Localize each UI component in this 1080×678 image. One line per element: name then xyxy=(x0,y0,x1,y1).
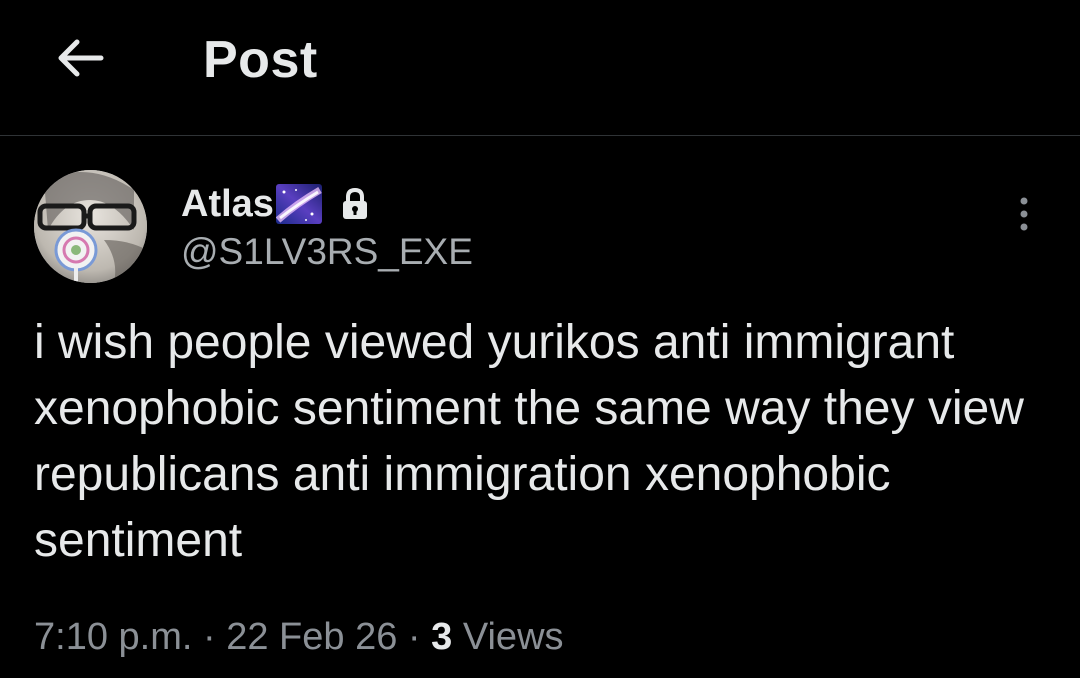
post-page: Post Atlas @S1LV3RS_EXE i wish people vi… xyxy=(0,0,1080,678)
lock-icon xyxy=(342,187,367,219)
back-button[interactable] xyxy=(40,26,120,90)
user-handle[interactable]: @S1LV3RS_EXE xyxy=(181,230,473,274)
post-time[interactable]: 7:10 p.m. xyxy=(34,616,192,658)
post-text: i wish people viewed yurikos anti immigr… xyxy=(34,316,1024,567)
meta-separator: · xyxy=(202,616,216,658)
arrow-left-icon xyxy=(58,39,104,77)
more-options-button[interactable] xyxy=(1000,190,1048,238)
meta-separator: · xyxy=(407,616,421,658)
avatar[interactable] xyxy=(34,170,147,283)
author-name[interactable]: Atlas xyxy=(181,181,370,227)
top-bar: Post xyxy=(0,0,1080,136)
more-vertical-icon xyxy=(1020,197,1028,231)
post-date[interactable]: 22 Feb 26 xyxy=(226,616,397,658)
milky-way-emoji xyxy=(275,184,322,224)
page-title: Post xyxy=(203,31,318,89)
avatar-image xyxy=(34,170,147,283)
views-label[interactable]: Views xyxy=(463,616,564,658)
post-meta: 7:10 p.m. · 22 Feb 26 · 3 Views xyxy=(34,612,564,662)
display-name: Atlas xyxy=(181,183,274,225)
views-count[interactable]: 3 xyxy=(431,616,452,658)
